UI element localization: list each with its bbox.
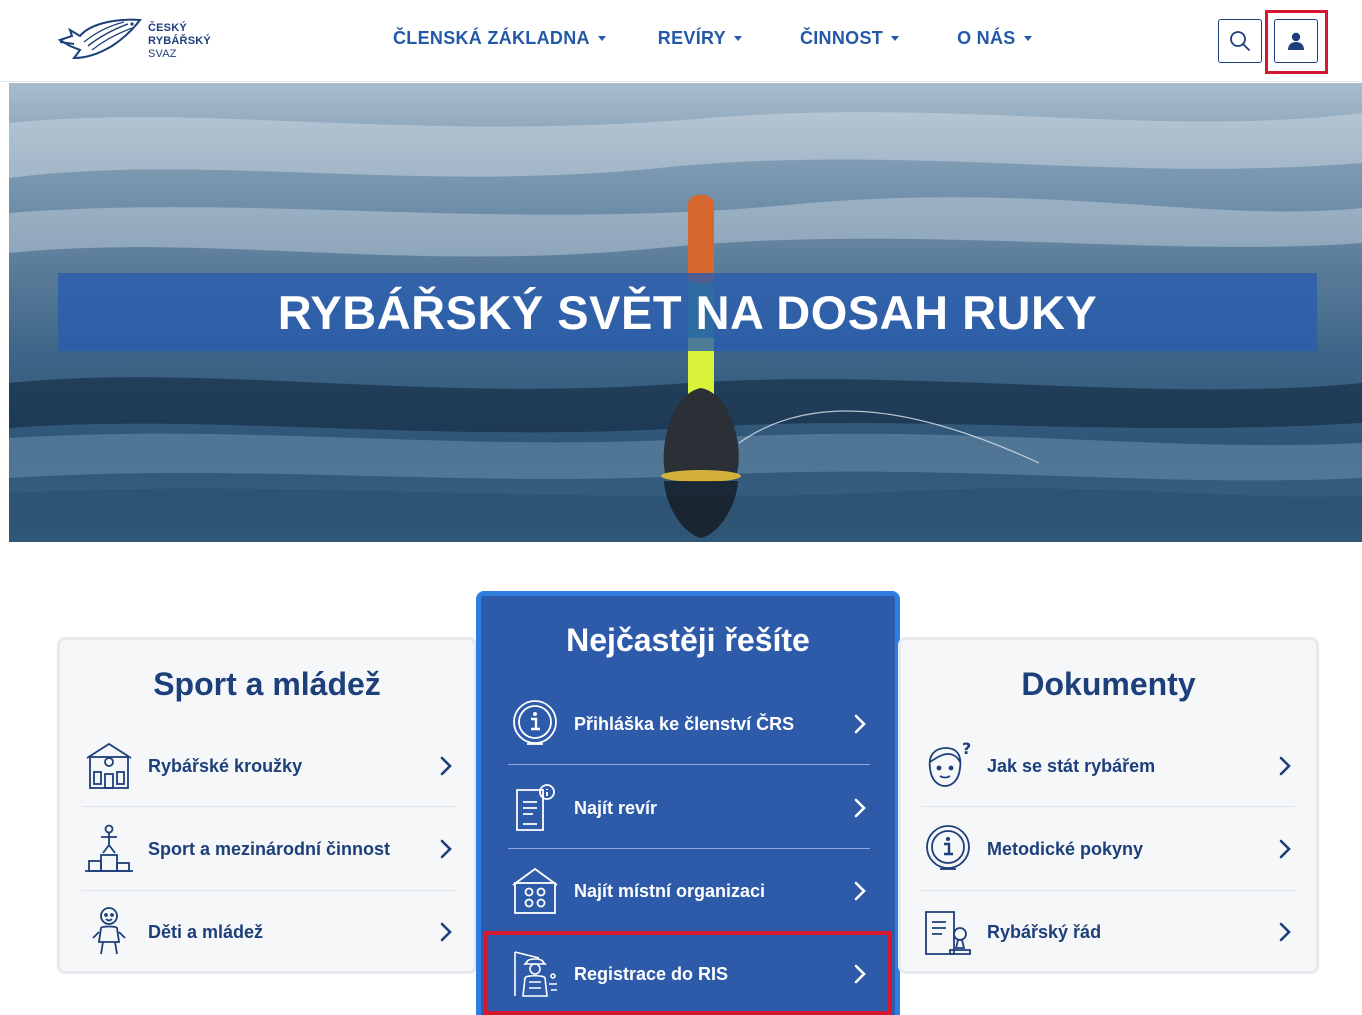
hero-title: RYBÁŘSKÝ SVĚT NA DOSAH RUKY — [277, 285, 1098, 339]
chevron-right-icon — [436, 922, 456, 942]
link-find-district[interactable]: Najít revír — [508, 768, 870, 848]
nav-item-districts[interactable]: REVÍRY — [658, 28, 742, 49]
logo-line-2: RYBÁŘSKÝ — [148, 34, 211, 47]
link-label: Sport a mezinárodní činnost — [148, 838, 391, 859]
frequent-tasks-title: Nejčastěji řešíte — [566, 622, 810, 658]
house-icon — [82, 739, 136, 793]
row-divider — [921, 806, 1295, 807]
chevron-right-icon — [850, 714, 870, 734]
nav-item-about[interactable]: O NÁS — [957, 28, 1032, 49]
caret-down-icon — [1023, 36, 1032, 41]
nav-item-label: REVÍRY — [657, 28, 726, 48]
chevron-right-icon — [850, 798, 870, 818]
chevron-right-icon — [436, 839, 456, 859]
link-label: Rybářské kroužky — [148, 755, 303, 776]
nav-item-label: ČLENSKÁ ZÁKLADNA — [393, 28, 590, 48]
search-icon — [1230, 31, 1250, 51]
chevron-right-icon — [1275, 922, 1295, 942]
link-label: Děti a mládež — [148, 921, 264, 942]
info-icon — [921, 822, 975, 876]
site-logo[interactable]: ČESKÝ RYBÁŘSKÝ SVAZ — [58, 14, 228, 68]
chevron-right-icon — [436, 756, 456, 776]
podium-icon — [82, 822, 136, 876]
hero-title-band: RYBÁŘSKÝ SVĚT NA DOSAH RUKY — [58, 273, 1317, 351]
link-label: Jak se stát rybářem — [987, 755, 1156, 776]
link-label: Najít místní organizaci — [574, 880, 766, 901]
link-children-youth[interactable]: Děti a mládež — [82, 892, 456, 972]
link-label: Rybářský řád — [987, 921, 1102, 942]
row-divider — [82, 890, 456, 891]
hero-banner: RYBÁŘSKÝ SVĚT NA DOSAH RUKY — [9, 83, 1362, 542]
caret-down-icon — [891, 36, 900, 41]
nav-item-label: ČINNOST — [799, 28, 884, 48]
link-label: Přihláška ke členství ČRS — [574, 713, 795, 734]
search-button[interactable] — [1218, 19, 1262, 63]
user-account-button[interactable] — [1274, 19, 1318, 63]
link-fishing-rules[interactable]: Rybářský řád — [921, 892, 1295, 972]
document-stamp-icon — [921, 905, 975, 959]
link-become-fisherman[interactable]: ? Jak se stát rybářem — [921, 726, 1295, 806]
row-divider — [508, 848, 870, 849]
link-methodical-guidelines[interactable]: Metodické pokyny — [921, 809, 1295, 889]
logo-text: ČESKÝ RYBÁŘSKÝ SVAZ — [148, 22, 211, 61]
site-header: ČESKÝ RYBÁŘSKÝ SVAZ ČLENSKÁ ZÁKLADNA REV… — [0, 0, 1362, 82]
chevron-right-icon — [850, 881, 870, 901]
link-find-local-organization[interactable]: Najít místní organizaci — [508, 851, 870, 931]
row-divider — [921, 890, 1295, 891]
link-membership-application[interactable]: Přihláška ke členství ČRS — [508, 684, 870, 764]
svg-text:?: ? — [962, 740, 971, 758]
logo-line-3: SVAZ — [148, 47, 177, 60]
child-icon — [82, 905, 136, 959]
sport-youth-card: Sport a mládež Rybářské kroužky Sport a … — [57, 637, 477, 974]
document-info-icon — [508, 781, 562, 835]
fish-logo-icon — [58, 18, 142, 60]
nav-item-membership[interactable]: ČLENSKÁ ZÁKLADNA — [393, 28, 606, 49]
row-divider — [508, 764, 870, 765]
row-divider — [82, 806, 456, 807]
logo-line-1: ČESKÝ — [148, 21, 187, 34]
question-face-icon: ? — [921, 739, 975, 793]
sport-youth-title: Sport a mládež — [153, 666, 381, 702]
chevron-right-icon — [1275, 839, 1295, 859]
info-icon — [508, 697, 562, 751]
link-sport-international[interactable]: Sport a mezinárodní činnost — [82, 809, 456, 889]
caret-down-icon — [733, 36, 742, 41]
link-label: Metodické pokyny — [987, 838, 1144, 859]
main-nav: ČLENSKÁ ZÁKLADNA REVÍRY ČINNOST O NÁS — [393, 28, 1084, 49]
nav-item-label: O NÁS — [957, 28, 1016, 48]
link-fishing-clubs[interactable]: Rybářské kroužky — [82, 726, 456, 806]
chevron-right-icon — [1275, 756, 1295, 776]
caret-down-icon — [597, 36, 606, 41]
user-icon — [1288, 32, 1304, 50]
organization-icon — [508, 864, 562, 918]
documents-title: Dokumenty — [1021, 666, 1196, 702]
nav-item-activity[interactable]: ČINNOST — [799, 28, 900, 49]
link-label: Najít revír — [574, 797, 658, 818]
documents-card: Dokumenty ? Jak se stát rybářem Metodick… — [898, 637, 1319, 974]
ris-registration-highlight — [484, 931, 892, 1015]
